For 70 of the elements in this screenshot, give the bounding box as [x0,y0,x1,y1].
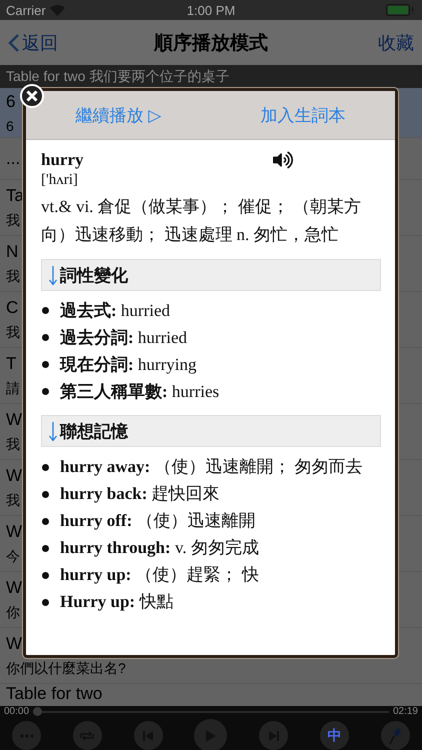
translation-text: 請 [6,380,20,398]
screen-title: 順序播放模式 [154,32,268,56]
phrase-text: hurry through: v. 匆匆完成 [60,538,259,557]
definition-text: vt.& vi. 倉促（做某事）； 催促； （朝某方向）迅速移動； 迅速處理 n. 匆忙，急忙 [41,196,362,246]
carrier-label: Carrier [6,2,46,18]
now-playing-text: Table for two 我们要两个位子的桌子 [6,68,230,86]
favorite-button[interactable]: 收藏 [268,30,414,54]
repeat-button[interactable] [72,721,102,750]
back-chevron-icon [8,32,20,52]
previous-button[interactable] [134,721,163,750]
translation-text: 我 [6,436,20,454]
section-title: 聯想記憶 [60,420,128,442]
translation-text: 我 [6,268,20,286]
bullet-icon [42,307,49,314]
language-button[interactable]: 中 [320,721,350,750]
down-arrow-icon [48,420,58,442]
continue-play-link[interactable]: 繼續播放 ▷ [76,104,162,126]
translation-text: 6 [6,118,14,134]
add-to-vocabulary-link[interactable]: 加入生詞本 [260,104,346,126]
word-form-text: 現在分詞: hurrying [60,354,196,376]
translation-text: 我 [6,492,20,510]
microphone-icon [388,726,402,744]
bullet-icon [42,464,49,471]
next-button[interactable] [259,721,288,750]
sentence-text: W [6,634,22,654]
total-time: 02:19 [392,706,418,717]
sentence-text: Table for two [6,684,102,704]
translation-text: 我 [6,212,20,230]
phrase-text: hurry away: （使）迅速離開； 匆匆而去 [60,457,363,476]
translation-text: 你們以什麼菜出名? [6,660,126,678]
play-button[interactable] [194,719,228,750]
translation-text: 今 [6,548,20,566]
clock-time: 1:00 PM [186,2,236,18]
phonetic-text: ['hʌri] [41,172,79,189]
bullet-icon [42,361,49,368]
word-form-text: 過去分詞: hurried [60,327,188,349]
bullet-icon [42,388,49,395]
bullet-icon [42,490,49,498]
word-form-text: 第三人稱單數: hurries [60,381,220,403]
down-arrow-icon [48,264,58,286]
battery-icon [386,4,416,16]
sentence-text: T [6,354,16,374]
section-title: 詞性變化 [60,264,128,286]
sentence-text: W [6,522,22,542]
phrase-text: hurry back: 趕快回來 [60,484,220,503]
sentence-text: N [6,242,18,262]
bullet-icon [42,598,49,606]
sentence-text: ... [6,148,20,168]
sentence-text: W [6,578,22,598]
bullet-icon [42,544,49,552]
sentence-text: C [6,298,18,318]
word-form-text: 過去式: hurried [60,300,170,322]
microphone-button[interactable] [380,721,410,750]
back-button[interactable]: 返回 [8,30,154,54]
translation-text: 你 [6,604,20,622]
bullet-icon [42,518,49,525]
elapsed-time: 00:00 [4,706,30,717]
translation-text: 我 [6,324,20,342]
phrase-text: hurry up: （使）趕緊； 快 [60,565,259,584]
sentence-text: W [6,410,22,430]
speaker-icon[interactable] [273,150,293,170]
phrase-text: hurry off: （使）迅速離開 [60,511,256,530]
bullet-icon [42,572,49,579]
sentence-text: 6 [6,92,16,112]
more-button[interactable] [12,721,41,750]
slider-thumb[interactable] [33,706,42,716]
sentence-text: W [6,466,22,486]
headword: hurry [41,150,84,170]
phrase-text: Hurry up: 快點 [60,592,174,611]
bullet-icon [42,334,49,341]
